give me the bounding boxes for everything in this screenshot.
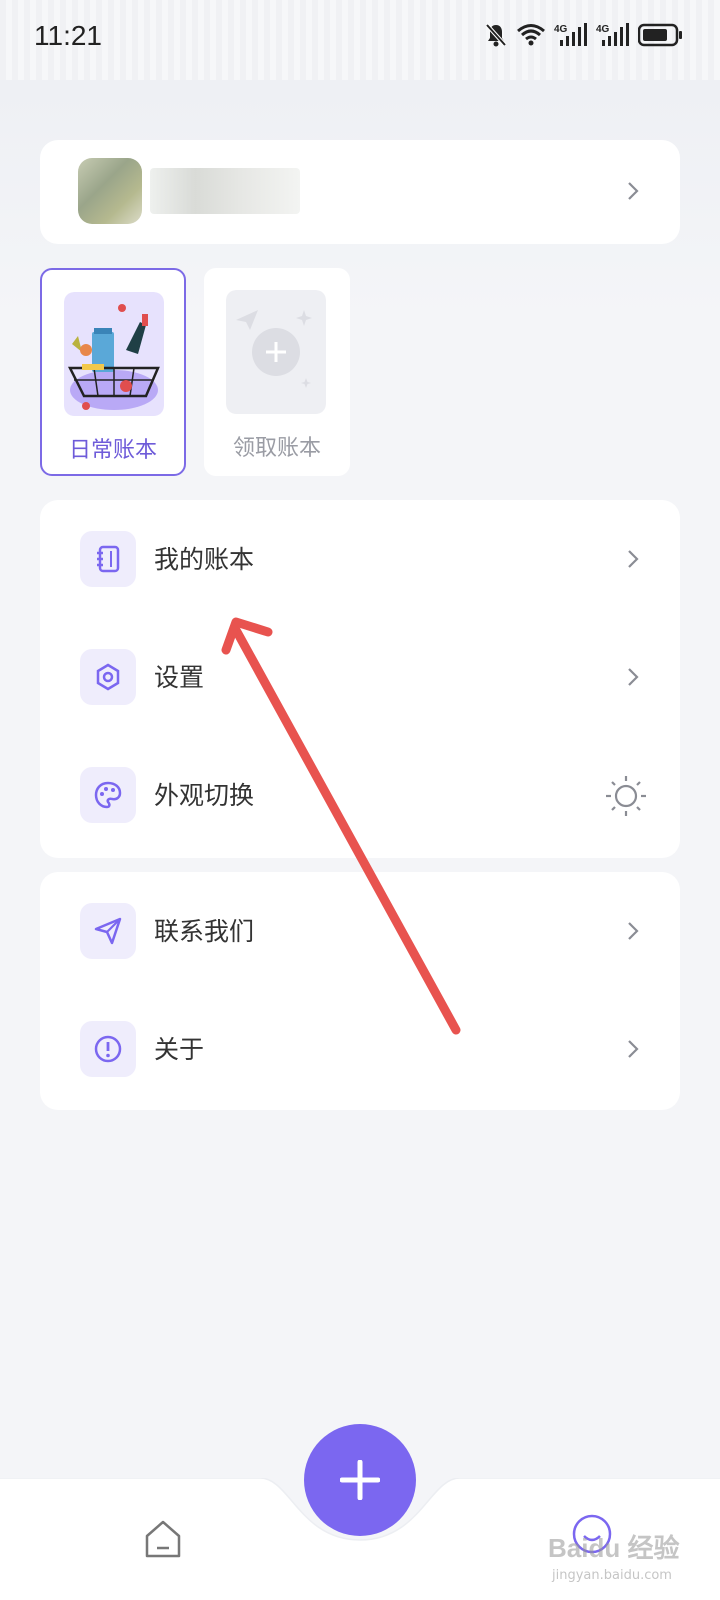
book-label: 领取账本 [232,436,321,461]
status-icons: 4G 4G [484,22,684,48]
profile-name [150,168,300,214]
menu-item-appearance[interactable]: 外观切换 [40,736,680,854]
watermark: Baidu 经验 [548,1533,680,1563]
home-tab-icon[interactable] [142,1518,184,1560]
chevron-right-icon [628,1040,639,1058]
menu-card-main: 我的账本 设置 外观切换 [40,500,680,858]
watermark-url: jingyan.baidu.com [552,1568,672,1583]
svg-text:4G: 4G [554,24,568,35]
bell-muted-icon [484,22,508,48]
menu-card-secondary: 联系我们 关于 [40,872,680,1110]
menu-label: 关于 [154,1035,205,1064]
avatar[interactable] [78,158,142,224]
chevron-right-icon [628,922,639,940]
profile-card[interactable] [40,140,680,244]
send-icon [80,903,136,959]
chevron-right-icon [628,550,639,568]
menu-item-about[interactable]: 关于 [40,990,680,1108]
battery-icon [638,23,684,47]
signal-4g-icon-2: 4G [596,22,630,48]
menu-label: 设置 [154,663,205,692]
status-bar: 11:21 4G 4G [0,0,720,80]
palette-icon [80,767,136,823]
menu-item-contact[interactable]: 联系我们 [40,872,680,990]
menu-item-settings[interactable]: 设置 [40,618,680,736]
wifi-icon [516,23,546,47]
status-time: 11:21 [34,20,102,51]
add-book-icon [226,290,326,414]
book-daily[interactable]: 日常账本 [40,268,186,476]
settings-icon [80,649,136,705]
menu-label: 外观切换 [154,781,255,810]
plus-icon [340,1460,380,1500]
menu-label: 联系我们 [154,917,255,946]
chevron-right-icon [628,668,639,686]
basket-icon [64,292,164,416]
signal-4g-icon-1: 4G [554,22,588,48]
book-claim[interactable]: 领取账本 [204,268,350,476]
menu-label: 我的账本 [154,545,255,574]
info-icon [80,1021,136,1077]
menu-item-my-books[interactable]: 我的账本 [40,500,680,618]
sun-icon[interactable] [604,774,648,818]
svg-text:4G: 4G [596,24,610,35]
add-record-button[interactable] [304,1424,416,1536]
book-label: 日常账本 [68,438,157,463]
chevron-right-icon [628,182,639,200]
notebook-icon [80,531,136,587]
